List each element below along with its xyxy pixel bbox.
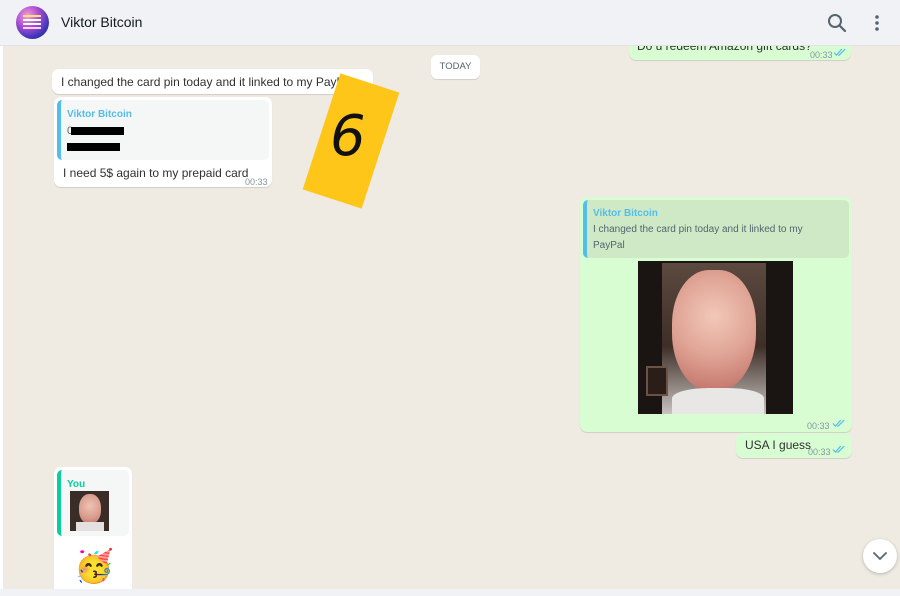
double-check-icon bbox=[832, 445, 845, 454]
quote-text: I changed the card pin today and it link… bbox=[593, 224, 803, 251]
quote-author: Viktor Bitcoin bbox=[593, 208, 658, 219]
message-incoming-reply[interactable]: Viktor Bitcoin 0 I need 5$ again to my p… bbox=[54, 97, 272, 187]
contact-avatar[interactable] bbox=[16, 6, 49, 39]
quoted-message[interactable]: You bbox=[57, 470, 129, 536]
message-time: 00:33 bbox=[808, 447, 831, 457]
quote-author: Viktor Bitcoin bbox=[67, 109, 132, 120]
redacted-text bbox=[71, 127, 124, 135]
message-outgoing-partial[interactable]: Do u redeem Amazon gift cards? 00:33 bbox=[629, 46, 851, 60]
message-time: 00:33 bbox=[245, 177, 268, 187]
message-time: 00:33 bbox=[807, 421, 830, 431]
photo[interactable] bbox=[638, 261, 793, 414]
message-text: I need 5$ again to my prepaid card bbox=[63, 166, 249, 180]
quoted-photo-thumbnail bbox=[70, 491, 109, 531]
chevron-down-icon bbox=[873, 552, 887, 560]
double-check-icon bbox=[832, 419, 845, 428]
chat-area[interactable]: Do u redeem Amazon gift cards? 00:33 TOD… bbox=[3, 46, 900, 589]
redacted-text bbox=[67, 143, 120, 151]
message-outgoing-photo-reply[interactable]: Viktor Bitcoin I changed the card pin to… bbox=[580, 197, 852, 432]
search-icon[interactable] bbox=[825, 11, 849, 35]
scroll-to-bottom-button[interactable] bbox=[863, 539, 897, 573]
message-text: Do u redeem Amazon gift cards? bbox=[637, 46, 812, 53]
contact-name[interactable]: Viktor Bitcoin bbox=[61, 14, 142, 30]
double-check-icon bbox=[833, 48, 846, 57]
date-chip: TODAY bbox=[431, 55, 480, 79]
message-outgoing[interactable]: USA I guess 00:33 bbox=[736, 433, 852, 458]
chat-header: Viktor Bitcoin bbox=[0, 0, 900, 46]
quoted-message[interactable]: Viktor Bitcoin I changed the card pin to… bbox=[583, 200, 849, 258]
emoji: 🥳 bbox=[74, 547, 114, 585]
message-time: 00:33 bbox=[810, 50, 833, 60]
quoted-message[interactable]: Viktor Bitcoin 0 bbox=[57, 100, 269, 160]
sticker-number: 6 bbox=[330, 104, 366, 169]
menu-icon[interactable] bbox=[865, 11, 889, 35]
message-text: I changed the card pin today and it link… bbox=[61, 75, 354, 89]
message-incoming-reply[interactable]: You 🥳 bbox=[54, 467, 132, 589]
message-incoming[interactable]: I changed the card pin today and it link… bbox=[52, 69, 373, 94]
message-text: USA I guess bbox=[745, 438, 812, 452]
footer-edge bbox=[0, 589, 900, 596]
